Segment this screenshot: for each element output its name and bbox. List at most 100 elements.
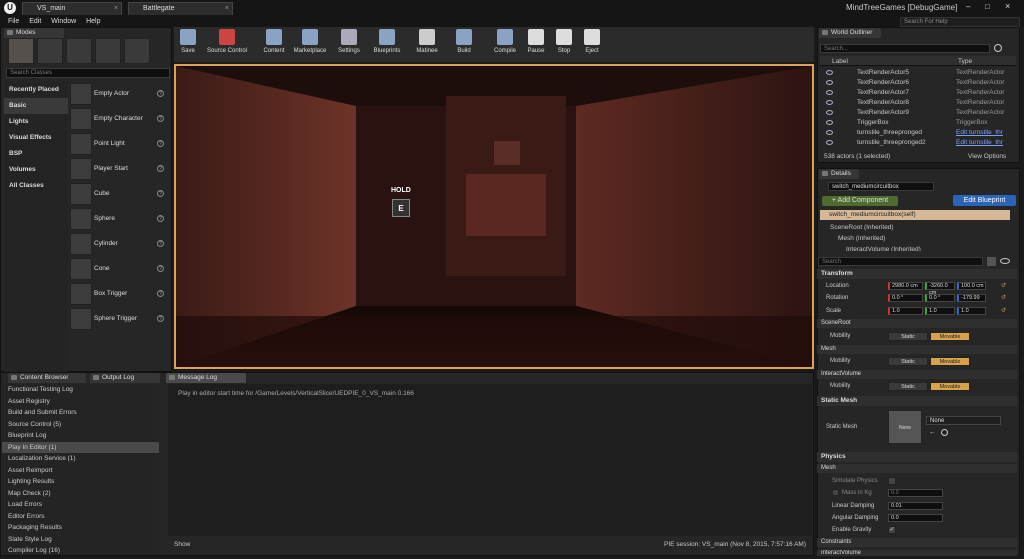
tab-content-browser[interactable]: Content Browser [8, 373, 86, 383]
list-item[interactable]: Load Errors [2, 499, 159, 511]
table-row[interactable]: turnstile_threepronged Edit turnstile_thr [820, 128, 1016, 138]
help-icon[interactable]: ? [157, 90, 164, 97]
list-item[interactable]: Source Control (5) [2, 419, 159, 431]
maximize-icon[interactable]: □ [985, 2, 990, 11]
details-tab[interactable]: Details [819, 169, 859, 179]
help-icon[interactable]: ? [157, 290, 164, 297]
list-item[interactable]: Point Light? [68, 132, 168, 157]
search-classes-input[interactable]: Search Classes [6, 68, 170, 78]
transform-section[interactable]: Transform [817, 269, 1017, 279]
scale-x[interactable]: 1.0 [888, 307, 923, 315]
content-button[interactable]: Content [260, 29, 288, 61]
eye-icon[interactable] [826, 140, 833, 145]
list-item[interactable]: Cone? [68, 257, 168, 282]
list-item[interactable]: Play In Editor (1) [2, 441, 159, 453]
search-icon[interactable] [994, 44, 1002, 52]
outliner-search-input[interactable]: Search... [820, 44, 990, 53]
location-z[interactable]: 100.0 cm [957, 282, 986, 290]
table-row[interactable]: TextRenderActor6 TextRenderActor [820, 78, 1016, 88]
search-help-input[interactable]: Search For Help [900, 17, 1020, 27]
blueprints-button[interactable]: Blueprints [370, 29, 404, 61]
foliage-mode-icon[interactable] [95, 38, 121, 64]
static-button[interactable]: Static [888, 357, 928, 366]
actor-name-field[interactable]: switch_mediumcircuitbox [828, 182, 934, 191]
component-tree-item[interactable]: Mesh (Inherited) [838, 235, 885, 242]
mesh-thumbnail[interactable]: None [888, 410, 922, 444]
static-button[interactable]: Static [888, 382, 928, 391]
details-search-input[interactable]: Search [818, 257, 983, 266]
movable-button[interactable]: Movable [930, 382, 970, 391]
movable-button[interactable]: Movable [930, 357, 970, 366]
modes-tab[interactable]: Modes [4, 28, 64, 38]
category-visual-effects[interactable]: Visual Effects [4, 130, 68, 146]
eye-icon[interactable] [826, 80, 833, 85]
list-item[interactable]: Editor Errors [2, 511, 159, 523]
use-selected-icon[interactable]: ← [929, 429, 936, 436]
grid-icon[interactable] [987, 257, 996, 266]
help-icon[interactable]: ? [157, 190, 164, 197]
physics-mesh-subsection[interactable]: Mesh [817, 464, 1017, 473]
physics-section[interactable]: Physics [817, 452, 1017, 462]
location-label[interactable]: Location [826, 283, 849, 289]
edit-blueprint-button[interactable]: Edit Blueprint [953, 195, 1016, 206]
interactvolume-section[interactable]: InteractVolume [817, 370, 1017, 379]
category-recently-placed[interactable]: Recently Placed [4, 82, 68, 98]
col-label[interactable]: Label [832, 58, 848, 65]
location-y[interactable]: -3260.0 cm [925, 282, 955, 296]
help-icon[interactable]: ? [157, 315, 164, 322]
compile-button[interactable]: Compile [490, 29, 520, 61]
category-lights[interactable]: Lights [4, 114, 68, 130]
close-icon[interactable]: × [114, 5, 118, 12]
place-mode-icon[interactable] [8, 38, 34, 64]
close-window-icon[interactable]: × [1005, 1, 1010, 11]
category-basic[interactable]: Basic [4, 98, 68, 114]
help-icon[interactable]: ? [157, 265, 164, 272]
level-viewport[interactable]: HOLD E [174, 64, 814, 369]
list-item[interactable]: Compiler Log (16) [2, 545, 159, 554]
minimize-icon[interactable]: – [966, 2, 970, 11]
save-button[interactable]: Save [178, 29, 198, 61]
marketplace-button[interactable]: Marketplace [290, 29, 330, 61]
list-item[interactable]: Cylinder? [68, 232, 168, 257]
list-item[interactable]: Sphere Trigger? [68, 307, 168, 332]
view-options-button[interactable]: View Options [968, 153, 1006, 160]
category-bsp[interactable]: BSP [4, 146, 68, 162]
component-tree-item[interactable]: SceneRoot (Inherited) [830, 224, 894, 231]
scale-z[interactable]: 1.0 [957, 307, 986, 315]
eye-icon[interactable] [826, 130, 833, 135]
lock-icon[interactable]: ↺ [1001, 307, 1006, 314]
list-item[interactable]: Slate Style Log [2, 534, 159, 546]
matinee-button[interactable]: Matinee [412, 29, 442, 61]
reset-icon[interactable]: ↺ [1001, 282, 1006, 289]
mesh-dropdown[interactable]: None [926, 416, 1001, 425]
list-item[interactable]: Empty Actor? [68, 82, 168, 107]
scale-label[interactable]: Scale [826, 308, 841, 314]
eye-icon[interactable] [1000, 258, 1010, 264]
unreal-logo-icon[interactable]: U [4, 2, 16, 14]
table-row[interactable]: TextRenderActor5 TextRenderActor [820, 68, 1016, 78]
list-item[interactable]: Packaging Results [2, 522, 159, 534]
eye-icon[interactable] [826, 90, 833, 95]
sceneroot-section[interactable]: SceneRoot [817, 319, 1017, 328]
help-icon[interactable]: ? [157, 240, 164, 247]
list-item[interactable]: Sphere? [68, 207, 168, 232]
build-button[interactable]: Build [452, 29, 476, 61]
eject-button[interactable]: Eject [580, 29, 604, 61]
paint-mode-icon[interactable] [37, 38, 63, 64]
list-item[interactable]: Player Start? [68, 157, 168, 182]
pie-session-dropdown[interactable]: PIE session: VS_main (Nov 8, 2015, 7:57:… [664, 541, 806, 548]
table-row[interactable]: TextRenderActor8 TextRenderActor [820, 98, 1016, 108]
menu-window[interactable]: Window [51, 18, 76, 25]
list-item[interactable]: Box Trigger? [68, 282, 168, 307]
help-icon[interactable]: ? [157, 165, 164, 172]
show-dropdown[interactable]: Show [174, 541, 190, 548]
list-item[interactable]: Localization Service (1) [2, 453, 159, 465]
eye-icon[interactable] [826, 120, 833, 125]
tab-vs-main[interactable]: VS_main × [22, 2, 122, 15]
tab-battlegate[interactable]: Battlegate × [128, 2, 233, 15]
reset-icon[interactable]: ↺ [1001, 294, 1006, 301]
table-row[interactable]: TextRenderActor7 TextRenderActor [820, 88, 1016, 98]
mass-field[interactable]: 0.0 [888, 489, 943, 497]
rotation-z[interactable]: -179.99 [957, 294, 986, 302]
category-volumes[interactable]: Volumes [4, 162, 68, 178]
